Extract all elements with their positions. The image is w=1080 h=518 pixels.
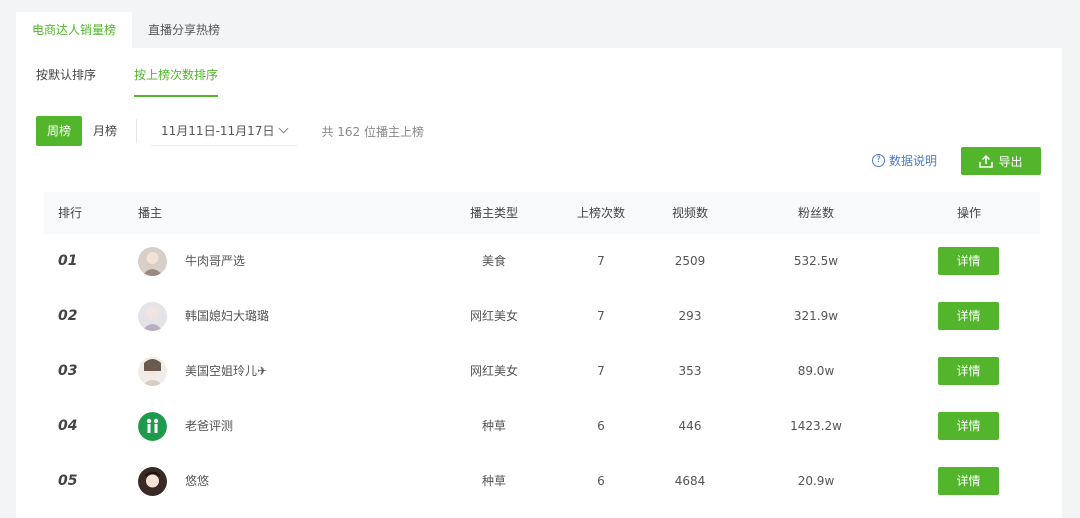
detail-button[interactable]: 详情 xyxy=(938,247,999,275)
week-button[interactable]: 周榜 xyxy=(36,116,83,146)
ranking-times: 7 xyxy=(597,309,605,323)
host-type: 网红美女 xyxy=(469,309,519,323)
header-times: 上榜次数 xyxy=(576,206,626,220)
header-type: 播主类型 xyxy=(469,206,519,220)
detail-button[interactable]: 详情 xyxy=(938,302,999,330)
tab-ecommerce-sales[interactable]: 电商达人销量榜 xyxy=(16,12,133,48)
upload-icon xyxy=(979,154,994,168)
date-range-value: 11月11日-11月17日 xyxy=(161,124,275,138)
ranking-page: 电商达人销量榜 直播分享热榜 按默认排序 按上榜次数排序 周榜 月榜 11月11… xyxy=(0,0,1080,518)
video-count: 293 xyxy=(678,309,702,323)
host-name[interactable]: 悠悠 xyxy=(185,454,209,509)
host-type: 网红美女 xyxy=(469,364,519,378)
month-button[interactable]: 月榜 xyxy=(82,116,128,146)
rank-number: 04 xyxy=(58,418,78,434)
data-help-link[interactable]: ? 数据说明 xyxy=(872,152,937,169)
host-type: 种草 xyxy=(481,419,507,433)
avatar xyxy=(138,247,167,276)
video-count: 446 xyxy=(678,419,702,433)
sort-tab-times[interactable]: 按上榜次数排序 xyxy=(134,63,219,97)
question-icon: ? xyxy=(872,154,885,167)
header-host: 播主 xyxy=(138,206,163,220)
host-name[interactable]: 老爸评测 xyxy=(185,399,233,454)
table-header: 排行 播主 播主类型 上榜次数 视频数 粉丝数 操作 xyxy=(44,192,1040,234)
table-row: 04 老爸评测 种草 6 446 1423.2w 详情 xyxy=(44,399,1040,454)
avatar xyxy=(138,467,167,496)
detail-button[interactable]: 详情 xyxy=(938,467,999,495)
host-name[interactable]: 牛肉哥严选 xyxy=(185,234,245,289)
rank-number: 05 xyxy=(58,473,78,489)
date-range-select[interactable]: 11月11日-11月17日 xyxy=(151,117,298,146)
video-count: 4684 xyxy=(674,474,706,488)
ranking-times: 6 xyxy=(597,474,605,488)
host-type: 种草 xyxy=(481,474,507,488)
fan-count: 89.0w xyxy=(797,364,835,378)
header-action: 操作 xyxy=(956,206,982,220)
ranking-times: 7 xyxy=(597,364,605,378)
fan-count: 20.9w xyxy=(797,474,835,488)
ranking-times: 6 xyxy=(597,419,605,433)
table-row: 01 牛肉哥严选 美食 7 2509 532.5w 详情 xyxy=(44,234,1040,289)
header-videos: 视频数 xyxy=(671,206,709,220)
table-row: 03 美国空姐玲儿✈ 网红美女 7 353 89.0w 详情 xyxy=(44,344,1040,399)
rank-number: 01 xyxy=(58,253,78,269)
sort-tab-default[interactable]: 按默认排序 xyxy=(36,63,96,97)
ranked-count: 共 162 位播主上榜 xyxy=(321,124,424,139)
host-name[interactable]: 韩国媳妇大璐璐 xyxy=(185,289,269,344)
ranking-panel: 按默认排序 按上榜次数排序 周榜 月榜 11月11日-11月17日 共 162 … xyxy=(16,48,1062,518)
data-help-label: 数据说明 xyxy=(889,154,938,168)
divider xyxy=(136,119,138,143)
table-row: 02 韩国媳妇大璐璐 网红美女 7 293 321.9w 详情 xyxy=(44,289,1040,344)
sort-tabs: 按默认排序 按上榜次数排序 xyxy=(36,63,219,99)
header-fans: 粉丝数 xyxy=(797,206,835,220)
table-row: 05 悠悠 种草 6 4684 20.9w 详情 xyxy=(44,454,1040,509)
detail-button[interactable]: 详情 xyxy=(938,412,999,440)
header-rank: 排行 xyxy=(58,206,83,220)
fan-count: 532.5w xyxy=(793,254,839,268)
video-count: 353 xyxy=(678,364,702,378)
rank-number: 03 xyxy=(58,363,78,379)
top-tabs: 电商达人销量榜 直播分享热榜 xyxy=(16,12,236,48)
host-type: 美食 xyxy=(481,254,507,268)
host-name[interactable]: 美国空姐玲儿✈ xyxy=(185,344,267,399)
export-label: 导出 xyxy=(998,154,1023,169)
fan-count: 321.9w xyxy=(793,309,839,323)
detail-button[interactable]: 详情 xyxy=(938,357,999,385)
avatar xyxy=(138,412,167,441)
rank-number: 02 xyxy=(58,308,78,324)
ranking-times: 7 xyxy=(597,254,605,268)
video-count: 2509 xyxy=(674,254,706,268)
fan-count: 1423.2w xyxy=(790,419,842,433)
filter-bar: 周榜 月榜 11月11日-11月17日 共 162 位播主上榜 xyxy=(36,116,424,146)
export-button[interactable]: 导出 xyxy=(961,147,1041,175)
tab-live-share[interactable]: 直播分享热榜 xyxy=(132,12,236,48)
chevron-down-icon xyxy=(279,123,289,134)
avatar xyxy=(138,357,167,386)
avatar xyxy=(138,302,167,331)
